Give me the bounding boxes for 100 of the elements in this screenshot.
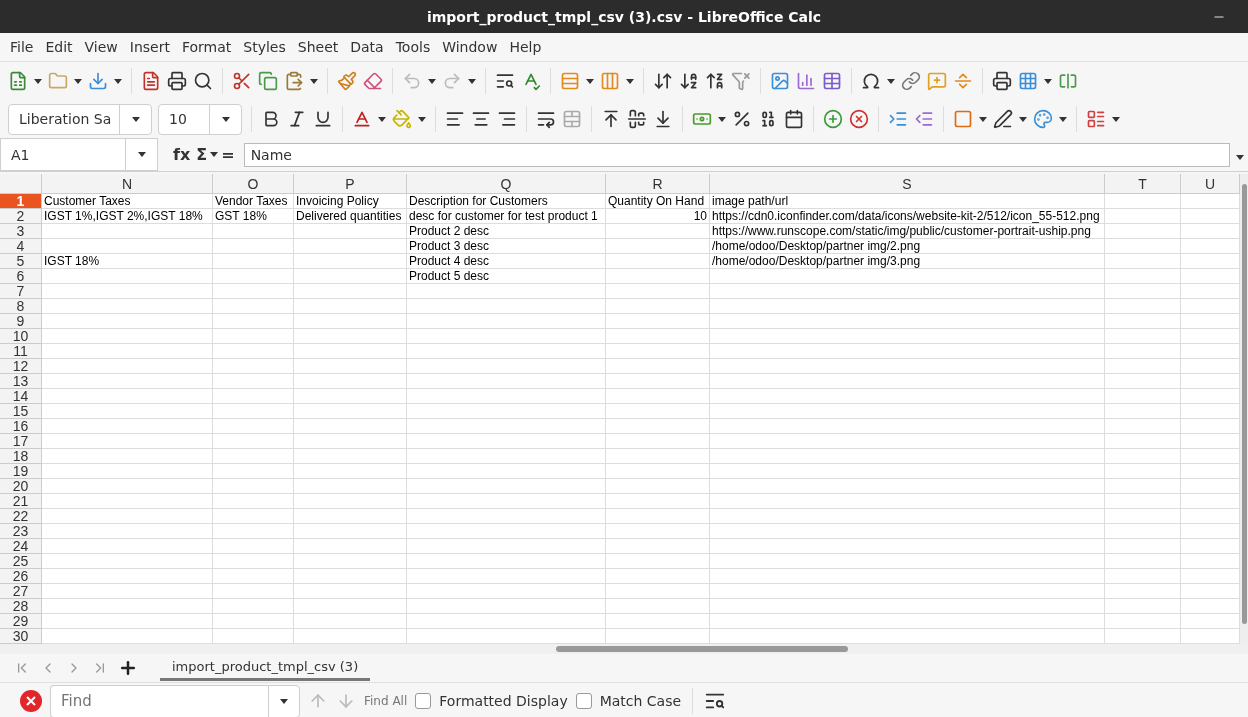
eraser-icon[interactable]: [363, 71, 383, 91]
borders-icon[interactable]: [953, 109, 973, 129]
spreadsheet-icon[interactable]: [8, 71, 28, 91]
caret-icon[interactable]: [310, 78, 318, 84]
menu-item[interactable]: Format: [175, 39, 238, 55]
row-header[interactable]: 27: [0, 584, 42, 599]
caret-icon[interactable]: [1019, 116, 1027, 122]
align-bottom-icon[interactable]: [653, 109, 673, 129]
row-header[interactable]: 12: [0, 359, 42, 374]
align-right-icon[interactable]: [497, 109, 517, 129]
download-icon[interactable]: [88, 71, 108, 91]
caret-icon[interactable]: [210, 152, 219, 157]
row-header[interactable]: 7: [0, 284, 42, 299]
font-color-icon[interactable]: [352, 109, 372, 129]
copy-icon[interactable]: [258, 71, 278, 91]
table-icon[interactable]: [822, 71, 842, 91]
caret-icon[interactable]: [1044, 78, 1052, 84]
row-header[interactable]: 17: [0, 434, 42, 449]
underline-icon[interactable]: [313, 109, 333, 129]
sort-icon[interactable]: [653, 71, 673, 91]
caret-icon[interactable]: [1236, 155, 1244, 160]
row-header[interactable]: 19: [0, 464, 42, 479]
caret-icon[interactable]: [418, 116, 426, 122]
scrollbar-thumb[interactable]: [556, 646, 848, 652]
row-header[interactable]: 26: [0, 569, 42, 584]
caret-icon[interactable]: [34, 78, 42, 84]
column-header[interactable]: P: [294, 174, 407, 194]
row-header[interactable]: 20: [0, 479, 42, 494]
sheet-tab[interactable]: import_product_tmpl_csv (3): [160, 655, 371, 681]
column-header[interactable]: R: [606, 174, 710, 194]
caret-icon[interactable]: [1059, 116, 1067, 122]
column-header[interactable]: O: [213, 174, 294, 194]
row-header[interactable]: 21: [0, 494, 42, 509]
checkbox[interactable]: [415, 693, 432, 709]
caret-icon[interactable]: [626, 78, 634, 84]
caret-icon[interactable]: [131, 116, 140, 122]
align-center-icon[interactable]: [471, 109, 491, 129]
printer-icon[interactable]: [992, 71, 1012, 91]
merge-cells-icon[interactable]: [562, 109, 582, 129]
bar-chart-icon[interactable]: [796, 71, 816, 91]
row-header[interactable]: 1: [0, 194, 42, 209]
sum-button[interactable]: Σ: [193, 145, 211, 164]
menu-item[interactable]: Edit: [39, 39, 79, 55]
caret-icon[interactable]: [428, 78, 436, 84]
formula-button[interactable]: =: [218, 145, 238, 164]
row-header[interactable]: 3: [0, 224, 42, 239]
delete-decimal-icon[interactable]: [849, 109, 869, 129]
row-header[interactable]: 16: [0, 419, 42, 434]
caret-icon[interactable]: [137, 152, 146, 157]
menu-item[interactable]: Insert: [123, 39, 176, 55]
caret-icon[interactable]: [221, 116, 230, 122]
sort-descending-icon[interactable]: [705, 71, 725, 91]
caret-icon[interactable]: [280, 698, 288, 704]
checkbox-label[interactable]: Match Case: [599, 693, 682, 709]
sort-ascending-icon[interactable]: [679, 71, 699, 91]
menu-item[interactable]: Styles: [237, 39, 292, 55]
add-decimal-icon[interactable]: [823, 109, 843, 129]
caret-icon[interactable]: [74, 78, 82, 84]
column-header[interactable]: Q: [407, 174, 606, 194]
clipboard-icon[interactable]: [284, 71, 304, 91]
menu-item[interactable]: Window: [436, 39, 504, 55]
filter-icon[interactable]: [731, 71, 751, 91]
row-header[interactable]: 8: [0, 299, 42, 314]
pen-icon[interactable]: [993, 109, 1013, 129]
find-replace-icon[interactable]: [495, 71, 515, 91]
wrap-text-icon[interactable]: [536, 109, 556, 129]
document-icon[interactable]: [141, 71, 161, 91]
row-header[interactable]: 22: [0, 509, 42, 524]
column-header[interactable]: N: [42, 174, 213, 194]
align-left-icon[interactable]: [445, 109, 465, 129]
row-header[interactable]: 13: [0, 374, 42, 389]
name-box[interactable]: A1: [0, 138, 158, 171]
row-header[interactable]: 28: [0, 599, 42, 614]
menu-item[interactable]: Sheet: [291, 39, 345, 55]
split-icon[interactable]: [1058, 71, 1078, 91]
align-top-icon[interactable]: [601, 109, 621, 129]
search-icon[interactable]: [193, 71, 213, 91]
row-header[interactable]: 14: [0, 389, 42, 404]
link-icon[interactable]: [901, 71, 921, 91]
find-field[interactable]: Find: [50, 684, 268, 717]
column-header[interactable]: U: [1181, 174, 1240, 194]
row-header[interactable]: 15: [0, 404, 42, 419]
checkbox[interactable]: [575, 693, 592, 709]
row-header[interactable]: 25: [0, 554, 42, 569]
row-header[interactable]: 18: [0, 449, 42, 464]
row-header[interactable]: 10: [0, 329, 42, 344]
menu-item[interactable]: Help: [503, 39, 548, 55]
column-header[interactable]: T: [1105, 174, 1181, 194]
menu-item[interactable]: View: [78, 39, 124, 55]
checkbox-label[interactable]: Formatted Display: [439, 693, 568, 709]
align-middle-icon[interactable]: [627, 109, 647, 129]
indent-decrease-icon[interactable]: [914, 109, 934, 129]
caret-icon[interactable]: [114, 78, 122, 84]
caret-icon[interactable]: [887, 78, 895, 84]
conditional-format-icon[interactable]: [1086, 109, 1106, 129]
omega-icon[interactable]: [861, 71, 881, 91]
image-icon[interactable]: [770, 71, 790, 91]
row-header[interactable]: 29: [0, 614, 42, 629]
caret-icon[interactable]: [718, 116, 726, 122]
find-all-button[interactable]: Find All: [364, 694, 408, 708]
